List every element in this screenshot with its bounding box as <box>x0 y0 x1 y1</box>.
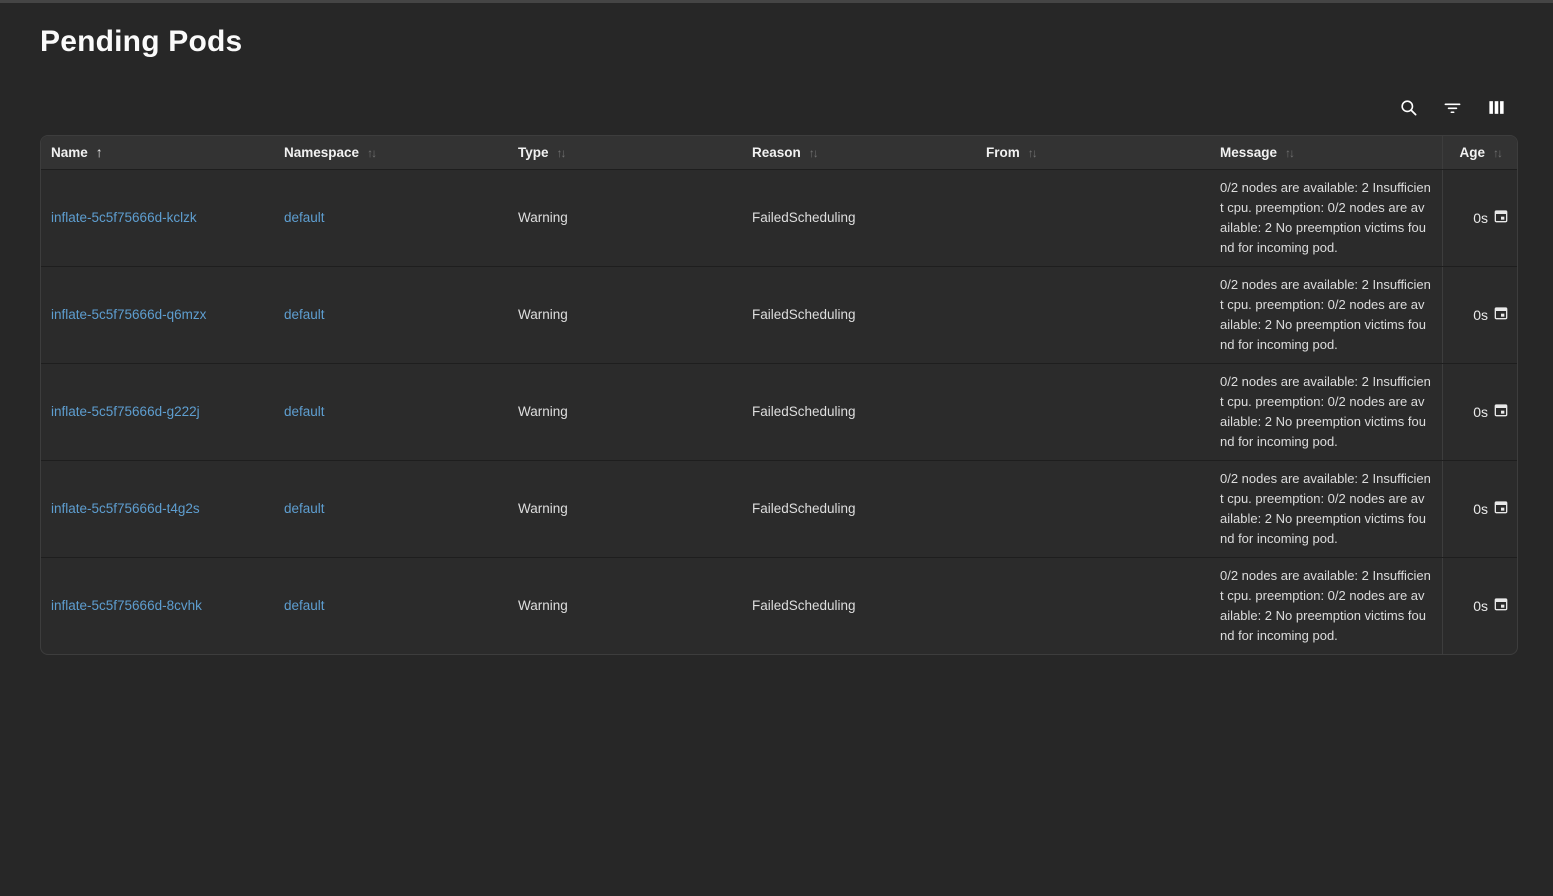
age-value: 0s <box>1473 210 1488 226</box>
age-value: 0s <box>1473 307 1488 323</box>
namespace-link[interactable]: default <box>284 210 325 225</box>
type-cell: Warning <box>508 557 742 654</box>
column-label: Message <box>1220 145 1277 160</box>
table-row: inflate-5c5f75666d-8cvhk default Warning… <box>41 557 1518 654</box>
pending-pods-page: Pending Pods <box>0 3 1553 655</box>
column-header-type[interactable]: Type ↑↓ <box>508 136 742 169</box>
from-cell <box>976 266 1210 363</box>
sort-icon: ↑↓ <box>1493 146 1501 160</box>
calendar-icon <box>1493 402 1509 421</box>
from-cell <box>976 363 1210 460</box>
message-cell: 0/2 nodes are available: 2 Insufficient … <box>1210 363 1442 460</box>
column-label: From <box>986 145 1020 160</box>
calendar-icon <box>1493 596 1509 615</box>
message-cell: 0/2 nodes are available: 2 Insufficient … <box>1210 557 1442 654</box>
pod-name-link[interactable]: inflate-5c5f75666d-8cvhk <box>51 598 202 613</box>
calendar-icon <box>1493 499 1509 518</box>
column-header-name[interactable]: Name ↑ <box>41 136 274 169</box>
filter-button[interactable] <box>1442 99 1462 119</box>
type-cell: Warning <box>508 363 742 460</box>
column-header-age[interactable]: Age ↑↓ <box>1442 136 1518 169</box>
columns-button[interactable] <box>1486 99 1506 119</box>
namespace-link[interactable]: default <box>284 501 325 516</box>
pod-name-link[interactable]: inflate-5c5f75666d-kclzk <box>51 210 197 225</box>
type-cell: Warning <box>508 169 742 266</box>
from-cell <box>976 557 1210 654</box>
sort-ascending-icon: ↑ <box>96 144 103 160</box>
column-header-message[interactable]: Message ↑↓ <box>1210 136 1442 169</box>
pod-name-link[interactable]: inflate-5c5f75666d-g222j <box>51 404 200 419</box>
calendar-icon <box>1493 208 1509 227</box>
message-cell: 0/2 nodes are available: 2 Insufficient … <box>1210 266 1442 363</box>
column-label: Type <box>518 145 549 160</box>
table-toolbar <box>40 99 1518 119</box>
filter-icon <box>1443 98 1462 120</box>
pending-pods-table-card: Name ↑ Namespace ↑↓ Type ↑↓ Reason ↑↓ From ↑↓ <box>40 135 1518 655</box>
table-row: inflate-5c5f75666d-q6mzx default Warning… <box>41 266 1518 363</box>
pod-name-link[interactable]: inflate-5c5f75666d-t4g2s <box>51 501 200 516</box>
type-cell: Warning <box>508 266 742 363</box>
sort-icon: ↑↓ <box>1028 146 1036 160</box>
reason-cell: FailedScheduling <box>742 266 976 363</box>
column-label: Age <box>1459 145 1485 160</box>
reason-cell: FailedScheduling <box>742 169 976 266</box>
search-button[interactable] <box>1398 99 1418 119</box>
message-cell: 0/2 nodes are available: 2 Insufficient … <box>1210 169 1442 266</box>
namespace-link[interactable]: default <box>284 598 325 613</box>
table-row: inflate-5c5f75666d-kclzk default Warning… <box>41 169 1518 266</box>
column-label: Namespace <box>284 145 359 160</box>
pending-pods-table: Name ↑ Namespace ↑↓ Type ↑↓ Reason ↑↓ From ↑↓ <box>41 136 1518 654</box>
calendar-icon <box>1493 305 1509 324</box>
from-cell <box>976 460 1210 557</box>
table-header-row: Name ↑ Namespace ↑↓ Type ↑↓ Reason ↑↓ From ↑↓ <box>41 136 1518 169</box>
table-row: inflate-5c5f75666d-g222j default Warning… <box>41 363 1518 460</box>
age-value: 0s <box>1473 598 1488 614</box>
page-title: Pending Pods <box>40 25 1518 59</box>
age-value: 0s <box>1473 501 1488 517</box>
column-header-from[interactable]: From ↑↓ <box>976 136 1210 169</box>
column-label: Name <box>51 145 88 160</box>
reason-cell: FailedScheduling <box>742 460 976 557</box>
namespace-link[interactable]: default <box>284 404 325 419</box>
search-icon <box>1399 98 1418 120</box>
sort-icon: ↑↓ <box>1285 146 1293 160</box>
column-label: Reason <box>752 145 801 160</box>
reason-cell: FailedScheduling <box>742 363 976 460</box>
sort-icon: ↑↓ <box>809 146 817 160</box>
pod-name-link[interactable]: inflate-5c5f75666d-q6mzx <box>51 307 206 322</box>
from-cell <box>976 169 1210 266</box>
columns-icon <box>1487 98 1506 120</box>
sort-icon: ↑↓ <box>367 146 375 160</box>
column-header-reason[interactable]: Reason ↑↓ <box>742 136 976 169</box>
table-row: inflate-5c5f75666d-t4g2s default Warning… <box>41 460 1518 557</box>
column-header-namespace[interactable]: Namespace ↑↓ <box>274 136 508 169</box>
namespace-link[interactable]: default <box>284 307 325 322</box>
type-cell: Warning <box>508 460 742 557</box>
age-value: 0s <box>1473 404 1488 420</box>
message-cell: 0/2 nodes are available: 2 Insufficient … <box>1210 460 1442 557</box>
sort-icon: ↑↓ <box>557 146 565 160</box>
reason-cell: FailedScheduling <box>742 557 976 654</box>
